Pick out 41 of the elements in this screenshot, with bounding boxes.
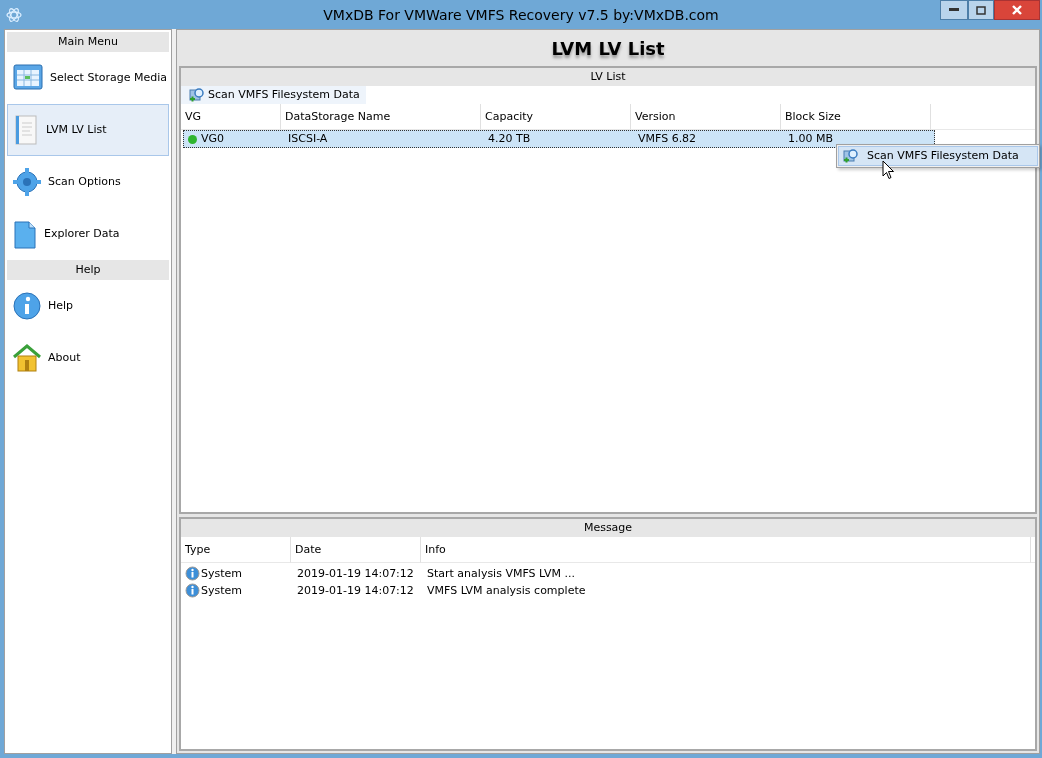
table-cell: VMFS LVM analysis complete <box>427 582 586 599</box>
minimize-icon <box>949 8 959 12</box>
close-icon <box>1011 5 1023 15</box>
page-title: LVM LV List <box>551 36 665 61</box>
info-icon <box>12 291 42 321</box>
panel-caption: LV List <box>181 68 1035 86</box>
table-cell: System <box>201 565 243 582</box>
table-cell: 2019-01-19 14:07:12 <box>297 582 414 599</box>
app-icon <box>6 6 22 23</box>
info-icon <box>185 566 200 581</box>
table-cell: ISCSI-A <box>288 131 328 147</box>
mouse-cursor-icon <box>882 160 895 180</box>
house-icon <box>12 343 42 373</box>
table-cell: VMFS 6.82 <box>638 131 697 147</box>
table-window-icon <box>12 63 44 93</box>
document-icon <box>12 114 40 146</box>
column-header[interactable]: Info <box>421 537 1031 563</box>
table-cell: Start analysis VMFS LVM ... <box>427 565 575 582</box>
column-header[interactable]: Date <box>291 537 421 563</box>
section-header: Help <box>7 260 169 280</box>
table-cell: 2019-01-19 14:07:12 <box>297 565 414 582</box>
table-row[interactable]: VG0 ISCSI-A 4.20 TB VMFS 6.82 1.00 MB <box>183 130 935 148</box>
menu-item[interactable]: Scan VMFS Filesystem Data <box>838 146 1038 166</box>
panel-caption: Message <box>181 519 1035 537</box>
window-title: VMxDB For VMWare VMFS Recovery v7.5 by:VMxDB.com <box>323 7 719 23</box>
maximize-button[interactable] <box>968 0 994 20</box>
scan-icon <box>189 87 205 103</box>
scan-icon <box>843 148 859 164</box>
minimize-button[interactable] <box>940 0 968 20</box>
table-cell: 4.20 TB <box>488 131 531 147</box>
maximize-icon <box>976 5 986 15</box>
column-header[interactable]: Type <box>181 537 291 563</box>
table-cell: VG0 <box>201 131 225 147</box>
close-button[interactable] <box>994 0 1040 20</box>
info-icon <box>185 583 200 598</box>
sidebar-item[interactable]: LVM LV List <box>7 104 169 156</box>
table-cell: 1.00 MB <box>788 131 834 147</box>
file-icon <box>12 218 38 250</box>
section-header: Main Menu <box>7 32 169 52</box>
scan-toolbar-button[interactable]: Scan VMFS Filesystem Data <box>181 86 366 104</box>
table-cell: System <box>201 582 243 599</box>
